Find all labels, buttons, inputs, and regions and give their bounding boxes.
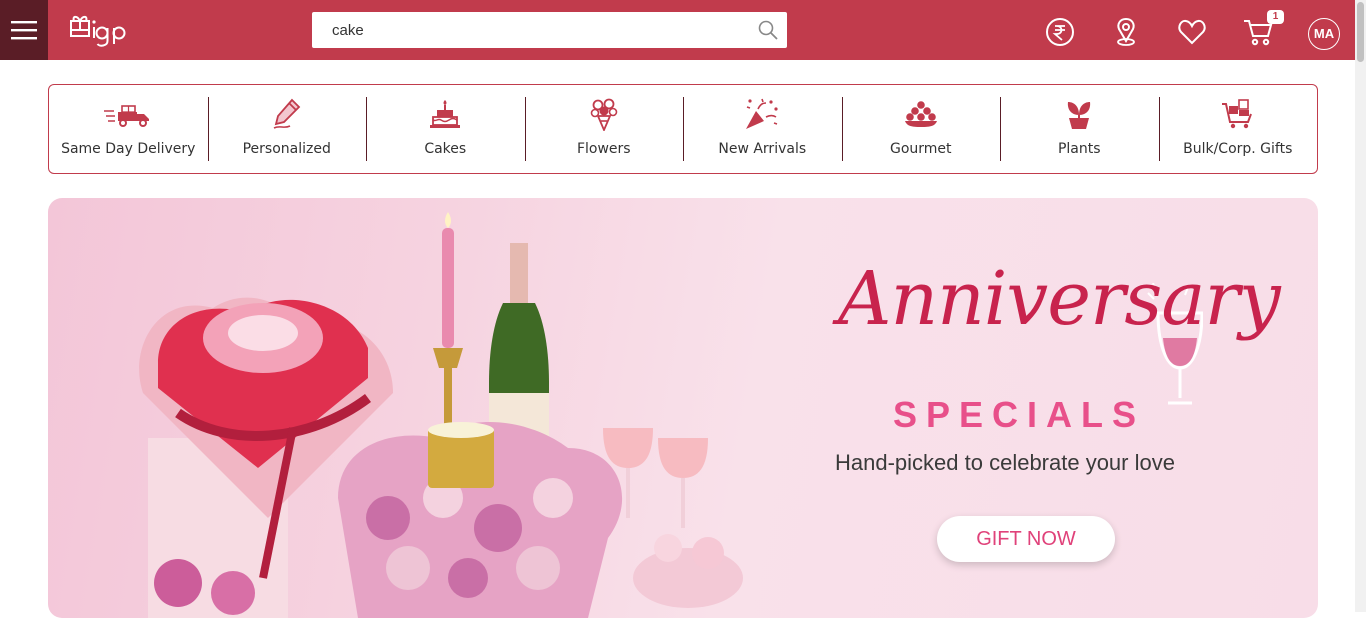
category-gourmet[interactable]: Gourmet [841,85,1001,173]
party-popper-icon [746,98,778,129]
anniversary-hero-banner[interactable]: Anniversary SPECIALS Hand-picked to cele… [48,198,1318,618]
cart-count-badge: 1 [1267,10,1284,24]
gift-now-button[interactable]: GIFT NOW [937,516,1115,562]
category-new-arrivals[interactable]: New Arrivals [683,85,842,173]
bouquet-icon [590,98,618,131]
category-cakes[interactable]: Cakes [366,85,525,173]
cake-icon [430,100,461,128]
location-button[interactable] [1111,17,1141,47]
search-icon[interactable] [758,20,778,40]
category-label: Same Day Delivery [61,141,196,157]
potted-plant-icon [1068,102,1091,129]
heart-icon [1178,19,1206,45]
hamburger-menu-button[interactable] [0,0,48,60]
category-label: Bulk/Corp. Gifts [1183,141,1293,157]
currency-button[interactable] [1045,17,1075,47]
category-label: Plants [1057,141,1101,157]
igp-logo[interactable] [68,12,130,48]
category-label: Gourmet [889,141,952,157]
rupee-icon [1046,18,1074,46]
category-plants[interactable]: Plants [1000,85,1159,173]
pencil-icon [273,98,301,129]
top-header: 1 MA [0,0,1355,60]
banner-title: Anniversary [838,256,1281,342]
category-label: Flowers [576,141,631,157]
delivery-truck-icon [104,105,150,127]
search-input[interactable] [312,12,752,48]
wishlist-button[interactable] [1177,17,1207,47]
page-scrollbar[interactable] [1355,0,1366,612]
category-bar: Same Day Delivery Personalized Cakes Flo… [48,84,1318,174]
category-label: New Arrivals [718,141,807,157]
banner-subtitle: SPECIALS [893,394,1146,435]
user-avatar[interactable]: MA [1308,18,1340,50]
gift-cart-icon [1221,99,1252,129]
category-label: Personalized [242,141,331,157]
category-flowers[interactable]: Flowers [524,85,684,173]
search-bar [312,12,787,48]
banner-illustration [139,212,743,618]
banner-tagline: Hand-picked to celebrate your love [835,450,1175,475]
category-bulk-corp-gifts[interactable]: Bulk/Corp. Gifts [1158,85,1318,173]
scrollbar-thumb[interactable] [1357,2,1364,62]
category-label: Cakes [424,141,467,157]
location-pin-icon [1117,17,1135,46]
logo-mark [70,15,126,47]
hamburger-icon [11,21,37,40]
category-same-day-delivery[interactable]: Same Day Delivery [49,85,208,173]
sweets-platter-icon [904,101,937,127]
category-personalized[interactable]: Personalized [207,85,367,173]
